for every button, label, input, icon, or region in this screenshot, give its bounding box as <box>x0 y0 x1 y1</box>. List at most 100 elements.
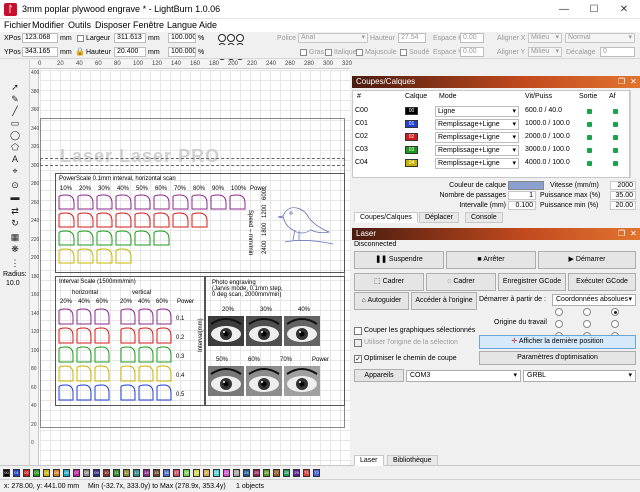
palette-swatch[interactable]: 11 <box>113 469 120 477</box>
layer-output-toggle[interactable] <box>587 161 592 166</box>
layer-output-toggle[interactable] <box>587 135 592 140</box>
palette-swatch[interactable]: 28 <box>283 469 290 477</box>
menu-outils[interactable]: Outils <box>68 20 91 30</box>
panel-float-icon[interactable]: ❐ <box>618 76 625 88</box>
palette-swatch[interactable]: 03 <box>33 469 40 477</box>
palette-swatch[interactable]: 19 <box>193 469 200 477</box>
run-gcode-button[interactable]: Exécuter GCode <box>568 273 636 291</box>
menu-langue[interactable]: Langue <box>167 20 197 30</box>
bold-checkbox[interactable] <box>300 49 307 56</box>
height-input[interactable]: 20.400 <box>114 47 146 57</box>
layer-mode-select[interactable]: Remplissage+Ligne <box>435 119 519 130</box>
offset-input[interactable]: 0 <box>600 47 635 57</box>
use-origin-checkbox[interactable] <box>354 339 362 347</box>
start-from-select[interactable]: Coordonnées absolues <box>552 294 636 306</box>
text-tool-icon[interactable]: A <box>9 154 21 165</box>
layer-output-toggle[interactable] <box>587 148 592 153</box>
layer-output-toggle[interactable] <box>587 122 592 127</box>
save-gcode-button[interactable]: Enregistrer GCode <box>498 273 566 291</box>
home-button[interactable]: ⌂ Autoguider <box>354 292 409 310</box>
rotate-tool-icon[interactable]: ↻ <box>9 218 21 229</box>
palette-swatch[interactable]: 24 <box>243 469 250 477</box>
layer-color-chip[interactable] <box>508 181 544 190</box>
tab-library[interactable]: Bibliothèque <box>387 455 438 466</box>
hspace-input[interactable]: 0.00 <box>460 33 484 43</box>
palette-swatch[interactable]: 00 <box>3 469 10 477</box>
layer-swatch[interactable]: 04 <box>405 159 418 167</box>
layer-row[interactable]: C01 01 Remplissage+Ligne 1000.0 / 100.0 <box>353 118 629 131</box>
layer-row[interactable]: C03 03 Remplissage+Ligne 3000.0 / 100.0 <box>353 144 629 157</box>
tab-laser[interactable]: Laser <box>354 455 384 466</box>
position-anchor-icon[interactable] <box>77 35 84 42</box>
alignx-select[interactable]: Milieu <box>528 33 562 43</box>
origin-radio-tl[interactable] <box>555 308 563 316</box>
origin-radio-mr[interactable] <box>611 320 619 328</box>
origin-radio-ml[interactable] <box>555 320 563 328</box>
layer-mode-select[interactable]: Remplissage+Ligne <box>435 132 519 143</box>
controller-select[interactable]: GRBL <box>523 370 636 382</box>
palette-swatch[interactable]: 21 <box>213 469 220 477</box>
palette-swatch[interactable]: 17 <box>173 469 180 477</box>
palette-swatch[interactable]: 26 <box>263 469 270 477</box>
menu-disposer[interactable]: Disposer <box>95 20 131 30</box>
palette-swatch[interactable]: 18 <box>183 469 190 477</box>
edit-nodes-icon[interactable]: ✎ <box>9 94 21 105</box>
maximize-button[interactable]: ☐ <box>579 0 609 19</box>
optimize-checkbox[interactable]: ✓ <box>354 355 362 363</box>
tab-move[interactable]: Déplacer <box>419 212 460 223</box>
tab-cuts-layers[interactable]: Coupes/Calques <box>354 212 418 223</box>
port-select[interactable]: COM3 <box>406 370 521 382</box>
layer-swatch[interactable]: 00 <box>405 107 418 115</box>
palette-swatch[interactable]: T2 <box>313 469 320 477</box>
scale-width-input[interactable]: 100.000 <box>168 33 196 43</box>
tabs-tool-icon[interactable]: ▬ <box>9 192 21 203</box>
scale-height-input[interactable]: 100.000 <box>168 47 196 57</box>
align-tool-icon[interactable]: ⋮ <box>9 258 21 269</box>
palette-swatch[interactable]: 14 <box>143 469 150 477</box>
palette-swatch[interactable]: 08 <box>83 469 90 477</box>
pause-button[interactable]: ❚❚ Suspendre <box>354 251 444 269</box>
laser-close-icon[interactable]: ✕ <box>630 228 637 240</box>
line-tool-icon[interactable]: ╱ <box>9 106 21 117</box>
layer-row[interactable]: C00 00 Ligne 600.0 / 40.0 <box>353 105 629 118</box>
menu-aide[interactable]: Aide <box>199 20 217 30</box>
palette-swatch[interactable]: 10 <box>103 469 110 477</box>
cut-selected-checkbox[interactable] <box>354 327 362 335</box>
palette-swatch[interactable]: 23 <box>233 469 240 477</box>
layer-swatch[interactable]: 03 <box>405 146 418 154</box>
array-tool-icon[interactable]: ▦ <box>9 232 21 243</box>
show-last-position-button[interactable]: ✛ Afficher la dernière position <box>479 335 636 349</box>
palette-swatch[interactable]: 04 <box>43 469 50 477</box>
layer-mode-select[interactable]: Remplissage+Ligne <box>435 158 519 169</box>
palette-swatch[interactable]: 29 <box>293 469 300 477</box>
palette-swatch[interactable]: 05 <box>53 469 60 477</box>
layer-mode-select[interactable]: Remplissage+Ligne <box>435 145 519 156</box>
font-select[interactable]: Arial <box>298 33 368 43</box>
palette-swatch[interactable]: T1 <box>303 469 310 477</box>
layer-show-toggle[interactable] <box>613 135 618 140</box>
origin-radio-tr[interactable] <box>611 308 619 316</box>
rectangle-tool-icon[interactable]: ▭ <box>9 118 21 129</box>
layer-swatch[interactable]: 01 <box>405 120 418 128</box>
menu-modifier[interactable]: Modifier <box>32 20 64 30</box>
devices-button[interactable]: Appareils <box>354 369 404 382</box>
frame-button[interactable]: ⬚ Cadrer <box>354 273 424 291</box>
palette-swatch[interactable]: 27 <box>273 469 280 477</box>
speed-input[interactable]: 2000 <box>610 181 636 190</box>
interval-input[interactable]: 0.100 <box>508 201 536 210</box>
layer-show-toggle[interactable] <box>613 148 618 153</box>
layer-row[interactable]: C02 02 Remplissage+Ligne 2000.0 / 100.0 <box>353 131 629 144</box>
xpos-input[interactable]: 123.068 <box>22 33 58 43</box>
lock-ratio-icon[interactable]: 🔒 <box>75 47 85 56</box>
frame-circle-button[interactable]: ◌ Cadrer <box>426 273 496 291</box>
vspace-input[interactable]: 0.00 <box>460 47 484 57</box>
select-arrow-icon[interactable]: ➚ <box>9 82 21 93</box>
optimization-settings-button[interactable]: Paramètres d'optimisation <box>479 351 636 365</box>
close-button[interactable]: ✕ <box>609 0 639 19</box>
selection-box[interactable] <box>40 158 345 166</box>
mirror-tool-icon[interactable]: ⇄ <box>9 206 21 217</box>
origin-radio-mc[interactable] <box>583 320 591 328</box>
palette-swatch[interactable]: 07 <box>73 469 80 477</box>
palette-swatch[interactable]: 25 <box>253 469 260 477</box>
minimize-button[interactable]: — <box>549 0 579 19</box>
